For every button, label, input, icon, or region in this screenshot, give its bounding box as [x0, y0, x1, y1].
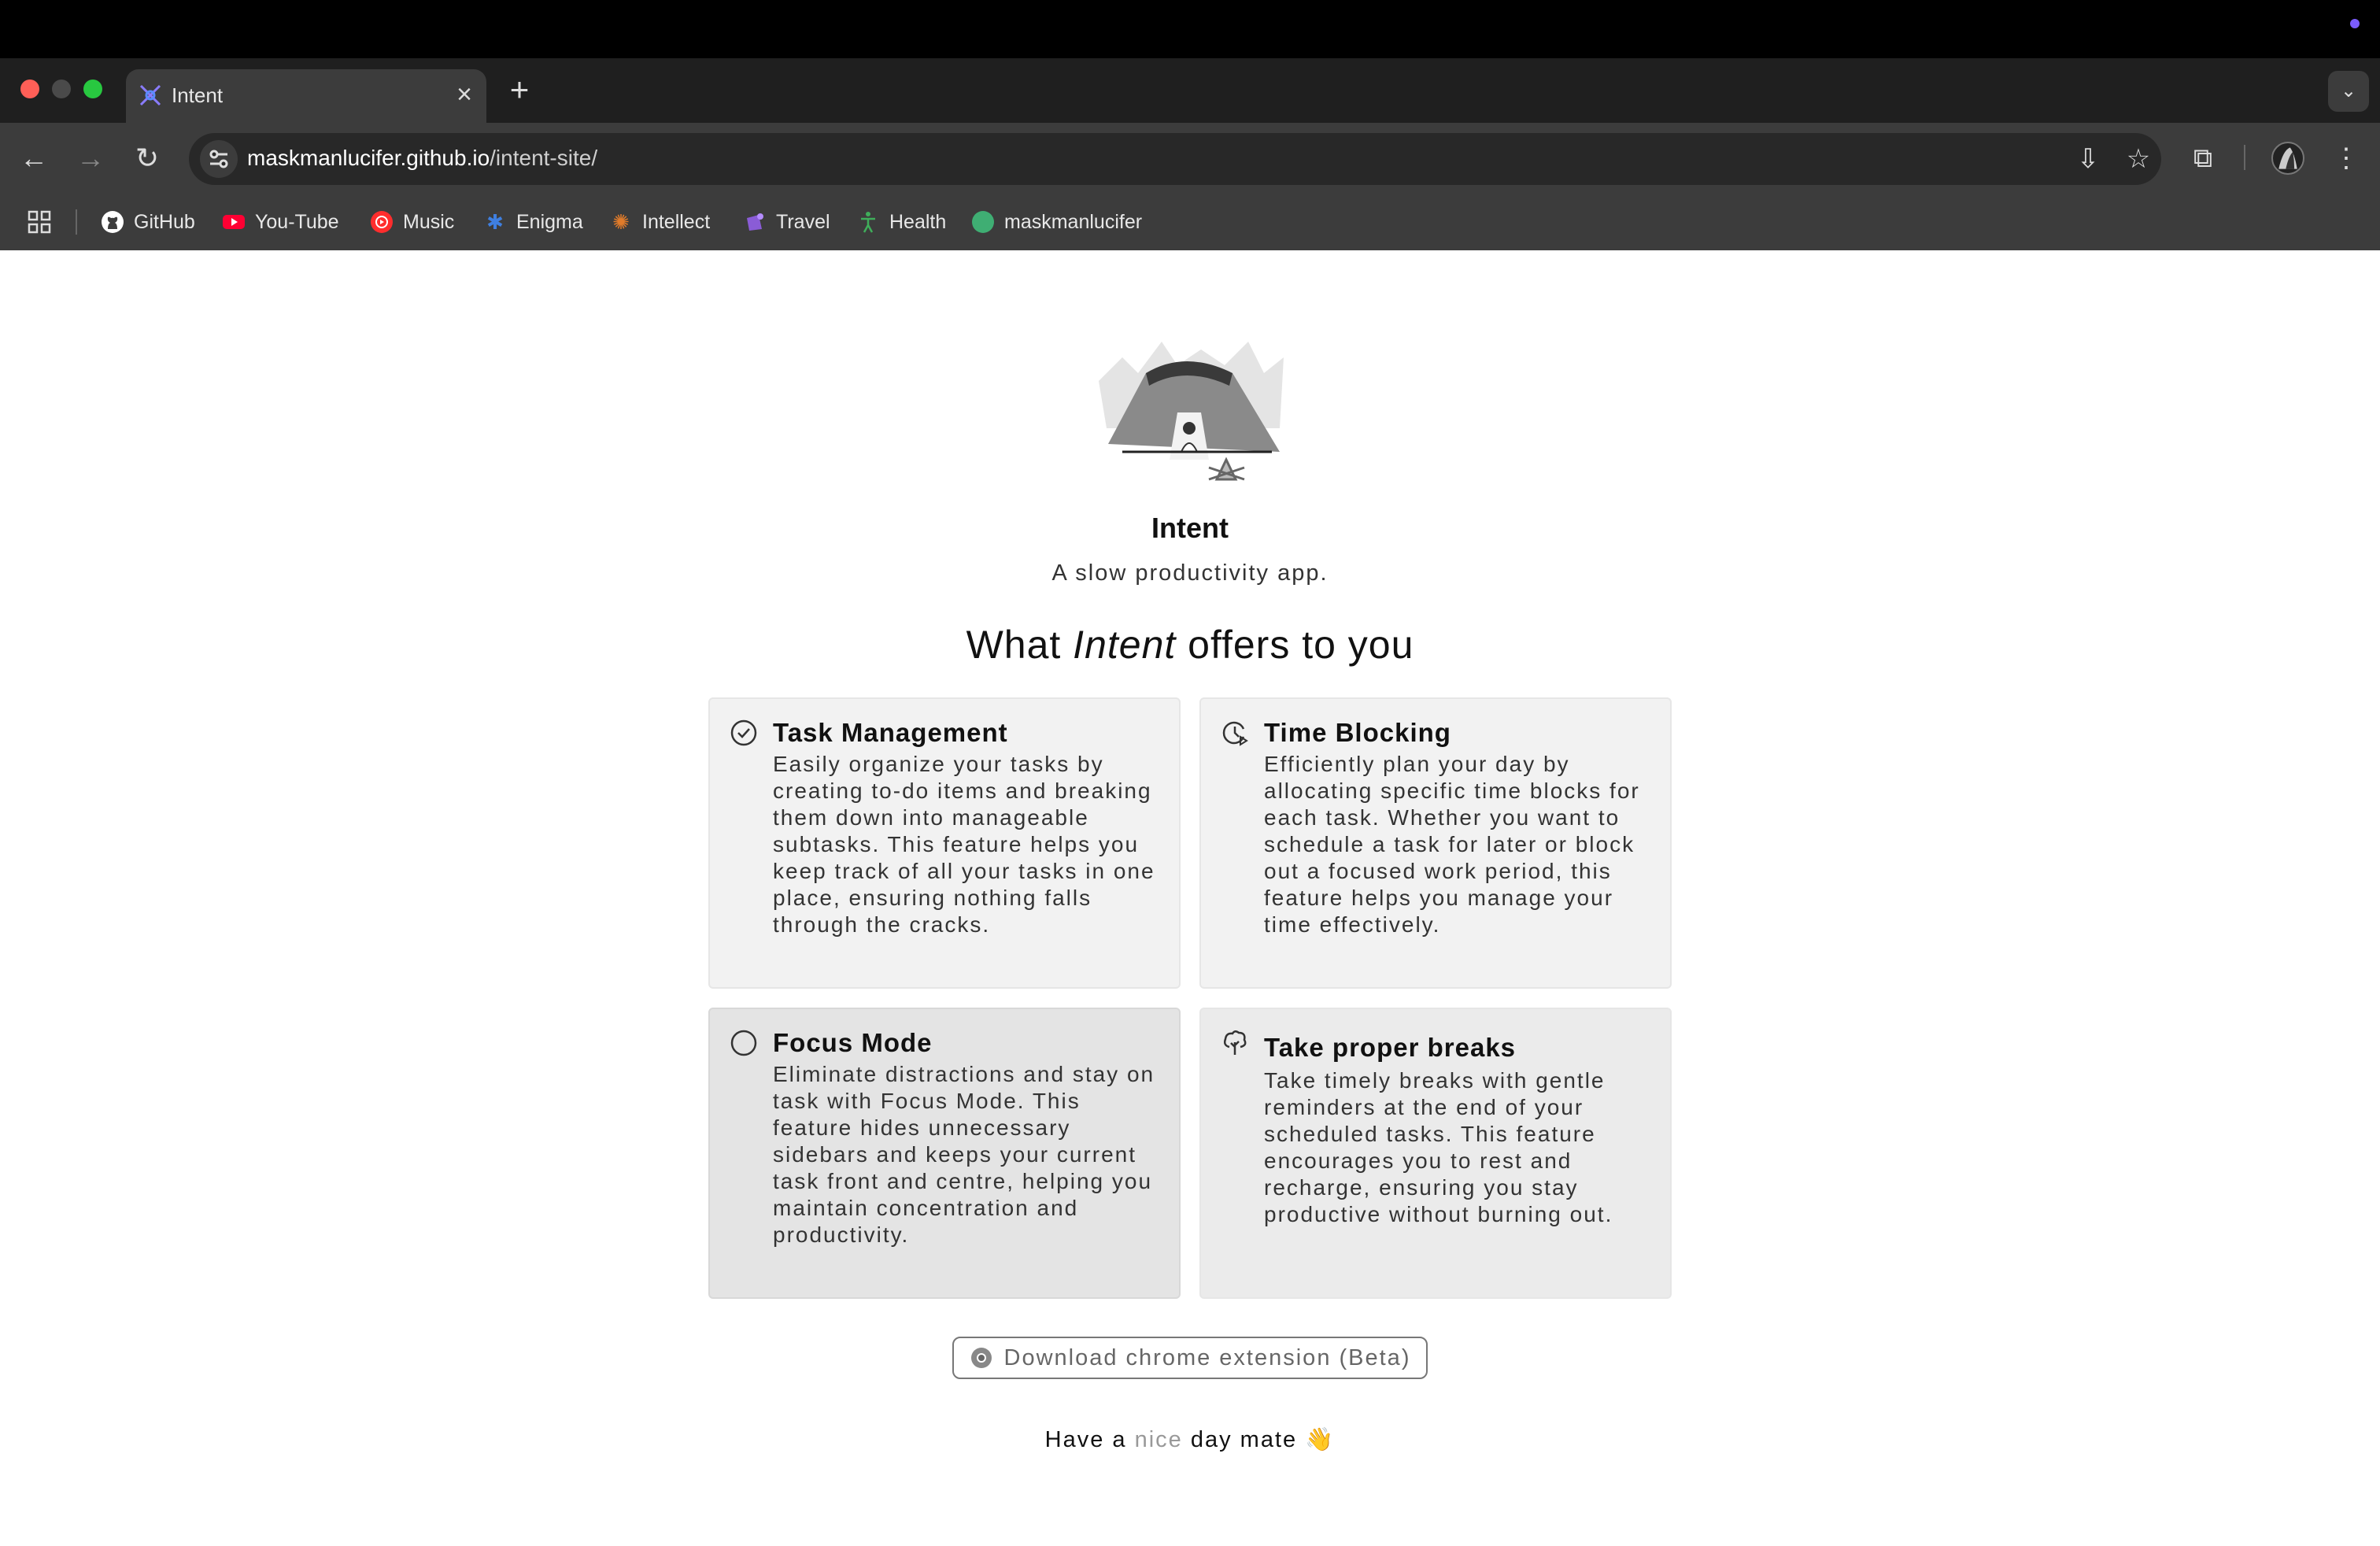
zoom-window-button[interactable]: [83, 80, 102, 98]
bookmark-label: Health: [889, 210, 947, 233]
url-path: /intent-site/: [490, 146, 598, 170]
bookmark-label: maskmanlucifer: [1004, 210, 1143, 233]
feature-card-time-blocking[interactable]: Time Blocking Efficiently plan your day …: [1199, 697, 1672, 989]
footer-message: Have a nice day mate 👋: [0, 1426, 2380, 1453]
clock-icon: [1222, 721, 1248, 746]
page-tagline: A slow productivity app.: [1051, 560, 1329, 586]
intellect-icon: ✺: [612, 210, 630, 234]
footer-prefix: Have a: [1044, 1427, 1135, 1452]
bookmark-label: Travel: [776, 210, 830, 233]
intent-favicon-icon: [139, 84, 161, 106]
address-bar[interactable]: maskmanlucifer.github.io/intent-site/ ⇩ …: [189, 133, 2161, 185]
footer-suffix: day mate: [1182, 1427, 1306, 1452]
offers-suffix: offers to you: [1176, 623, 1414, 667]
tune-icon: [209, 150, 228, 168]
bookmarks-bar: [0, 195, 2380, 250]
bookmark-label: GitHub: [134, 210, 195, 233]
close-window-button[interactable]: [20, 80, 39, 98]
feature-description: Eliminate distractions and stay on task …: [773, 1062, 1155, 1247]
bookmark-youtube[interactable]: You-Tube: [222, 206, 339, 238]
travel-icon: [743, 210, 767, 234]
feature-description: Easily organize your tasks by creating t…: [773, 752, 1155, 937]
profile-avatar[interactable]: [2271, 142, 2304, 175]
bookmark-label: Music: [403, 210, 455, 233]
feature-description: Take timely breaks with gentle reminders…: [1264, 1068, 1613, 1226]
chrome-logo-icon: [970, 1348, 992, 1368]
close-tab-icon[interactable]: ×: [456, 79, 472, 110]
bookmark-label: Enigma: [516, 210, 583, 233]
feature-title: Take proper breaks: [1264, 1033, 1517, 1062]
avatar-image: [2278, 147, 2297, 169]
bookmark-music[interactable]: Music: [370, 206, 454, 238]
new-tab-button[interactable]: +: [504, 69, 535, 110]
wave-emoji-icon: 👋: [1305, 1427, 1336, 1452]
feature-card-take-proper-breaks[interactable]: Take proper breaks Take timely breaks wi…: [1199, 1008, 1672, 1299]
check-circle-icon: [730, 719, 757, 746]
health-icon: [856, 210, 880, 234]
apps-grid-icon[interactable]: [27, 209, 52, 235]
bookmark-label: You-Tube: [255, 210, 339, 233]
reload-button[interactable]: ↻: [129, 140, 165, 176]
download-label: Download chrome extension (Beta): [1003, 1344, 1411, 1370]
bookmark-health[interactable]: Health: [856, 206, 946, 238]
url-text[interactable]: maskmanlucifer.github.io/intent-site/: [247, 146, 597, 171]
system-menu-bar: [0, 0, 2380, 58]
offers-emphasis: Intent: [1073, 623, 1177, 667]
bookmarks-divider: [76, 209, 77, 235]
circle-icon: [730, 1030, 757, 1056]
toolbar-divider: [2244, 145, 2245, 170]
extensions-icon[interactable]: ⧉: [2185, 140, 2221, 176]
feature-title: Task Management: [773, 718, 1008, 747]
bookmark-intellect[interactable]: ✺ Intellect: [609, 206, 710, 238]
page-title: Intent: [1151, 512, 1229, 544]
bookmark-github[interactable]: GitHub: [101, 206, 195, 238]
offers-heading: What Intent offers to you: [0, 622, 2380, 668]
tab-intent[interactable]: Intent ×: [126, 69, 486, 123]
youtube-icon: [222, 210, 246, 234]
tab-title: Intent: [172, 83, 224, 107]
site-info-button[interactable]: [200, 140, 238, 178]
chrome-menu-icon[interactable]: ⋮: [2328, 140, 2364, 176]
tab-search-button[interactable]: ⌄: [2328, 71, 2369, 112]
minimize-window-button[interactable]: [52, 80, 71, 98]
feature-title: Focus Mode: [773, 1028, 933, 1057]
footer-nice: nice: [1134, 1427, 1183, 1452]
feature-description: Efficiently plan your day by allocating …: [1264, 752, 1640, 937]
feature-card-focus-mode[interactable]: Focus Mode Eliminate distractions and st…: [708, 1008, 1181, 1299]
forward-button[interactable]: →: [72, 140, 109, 176]
bookmark-star-icon[interactable]: ☆: [2120, 141, 2156, 177]
bookmark-label: Intellect: [642, 210, 711, 233]
offers-prefix: What: [966, 623, 1074, 667]
bookmark-enigma[interactable]: ✱ Enigma: [483, 206, 583, 238]
music-icon: [370, 210, 394, 234]
bookmark-maskmanlucifer[interactable]: maskmanlucifer: [971, 206, 1142, 238]
url-host: maskmanlucifer.github.io: [247, 146, 490, 170]
feature-card-task-management[interactable]: Task Management Easily organize your tas…: [708, 697, 1181, 989]
enigma-icon: ✱: [486, 210, 504, 234]
feature-title: Time Blocking: [1264, 718, 1451, 747]
tree-icon: [1223, 1030, 1247, 1055]
status-dot-icon: [2350, 19, 2360, 28]
camping-tent-illustration: [1099, 342, 1284, 481]
github-icon: [101, 210, 124, 234]
profile-dot-icon: [971, 210, 995, 234]
install-app-icon[interactable]: ⇩: [2070, 141, 2106, 177]
back-button[interactable]: ←: [16, 140, 52, 176]
download-extension-button[interactable]: Download chrome extension (Beta): [952, 1337, 1428, 1379]
bookmark-travel[interactable]: Travel: [743, 206, 830, 238]
